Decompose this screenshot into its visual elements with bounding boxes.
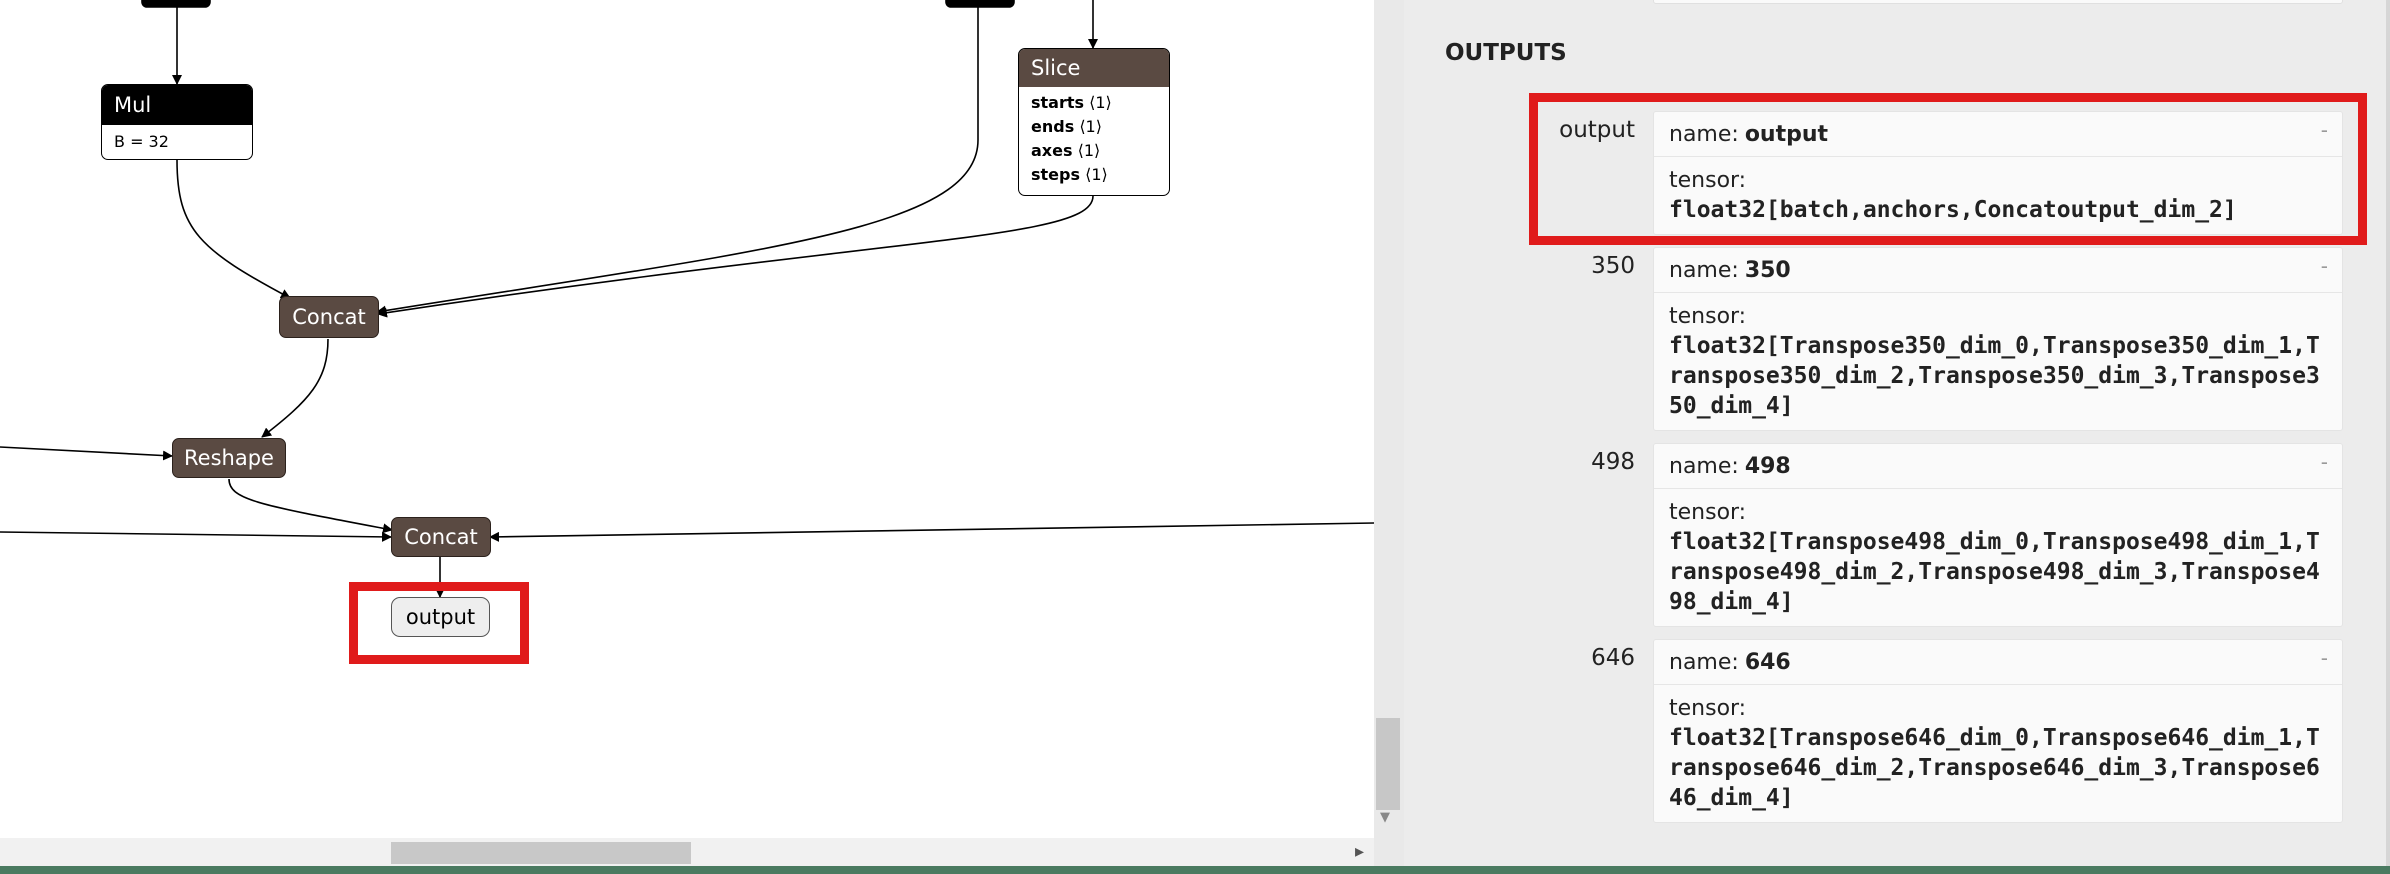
output-name-value: 350 bbox=[1744, 257, 1791, 283]
output-tensor: tensor: float32[Transpose350_dim_0,Trans… bbox=[1654, 293, 2342, 431]
node-output[interactable]: output bbox=[391, 597, 490, 637]
attr-key: steps bbox=[1031, 165, 1080, 184]
edge-concat-reshape bbox=[261, 338, 329, 438]
tensor-type: float32[Transpose646_dim_0,Transpose646_… bbox=[1669, 725, 2320, 811]
expand-toggle-icon[interactable]: - bbox=[2321, 450, 2328, 474]
output-name-value: output bbox=[1744, 121, 1829, 147]
output-name-row[interactable]: name: 350 - bbox=[1654, 248, 2342, 293]
node-concat-2-label: Concat bbox=[404, 525, 478, 549]
node-concat-1[interactable]: Concat bbox=[279, 296, 379, 338]
output-card: name: 498 - tensor: float32[Transpose498… bbox=[1653, 443, 2343, 627]
node-output-label: output bbox=[405, 605, 476, 629]
name-label: name: bbox=[1669, 257, 1739, 283]
node-mul-header: Mul bbox=[102, 85, 252, 125]
output-tensor: tensor: float32[Transpose646_dim_0,Trans… bbox=[1654, 685, 2342, 823]
node-slice-title: Slice bbox=[1031, 56, 1081, 80]
graph-canvas[interactable]: Mul B = 32 Slice starts ⟨1⟩ ends ⟨1⟩ axe… bbox=[0, 0, 1374, 874]
node-concat-2[interactable]: Concat bbox=[391, 517, 491, 557]
tensor-type: float32[batch,anchors,Concatoutput_dim_2… bbox=[1669, 197, 2237, 223]
horizontal-scrollbar[interactable]: ▸ bbox=[0, 838, 1374, 866]
node-concat-1-label: Concat bbox=[292, 305, 366, 329]
output-card: name: 350 - tensor: float32[Transpose350… bbox=[1653, 247, 2343, 431]
attr-value: ⟨1⟩ bbox=[1079, 117, 1102, 136]
node-mul-attrs: B = 32 bbox=[102, 125, 252, 159]
output-tensor: tensor: float32[batch,anchors,Concatoutp… bbox=[1654, 157, 2342, 235]
node-reshape-label: Reshape bbox=[184, 446, 274, 470]
sidebar-edge bbox=[2386, 0, 2390, 866]
attr-ends: ends ⟨1⟩ bbox=[1031, 115, 1157, 139]
output-label: output bbox=[1559, 117, 1635, 143]
name-label: name: bbox=[1669, 121, 1739, 147]
output-name-row[interactable]: name: output - bbox=[1654, 112, 2342, 157]
edge-top-concat bbox=[376, 7, 979, 316]
output-label: 646 bbox=[1591, 645, 1635, 671]
edge-mul-concat bbox=[176, 159, 291, 299]
attr-steps: steps ⟨1⟩ bbox=[1031, 163, 1157, 187]
node-slice-attrs: starts ⟨1⟩ ends ⟨1⟩ axes ⟨1⟩ steps ⟨1⟩ bbox=[1019, 87, 1169, 191]
tensor-type: float32[Transpose498_dim_0,Transpose498_… bbox=[1669, 529, 2320, 615]
output-name-value: 498 bbox=[1744, 453, 1791, 479]
edge-left-concat bbox=[0, 531, 392, 542]
outputs-section-title: OUTPUTS bbox=[1445, 40, 1567, 66]
attr-axes: axes ⟨1⟩ bbox=[1031, 139, 1157, 163]
node-slice-header: Slice bbox=[1019, 49, 1169, 87]
edge-right-concat bbox=[489, 522, 1374, 542]
output-card: name: 646 - tensor: float32[Transpose646… bbox=[1653, 639, 2343, 823]
previous-card-edge bbox=[1653, 0, 2343, 4]
expand-toggle-icon[interactable]: - bbox=[2321, 254, 2328, 278]
edge-reshape-concat bbox=[228, 478, 393, 534]
scroll-right-arrow-icon[interactable]: ▸ bbox=[1355, 841, 1364, 862]
attr-key: ends bbox=[1031, 117, 1075, 136]
node-mul-attr: B = 32 bbox=[114, 132, 169, 151]
node-reshape[interactable]: Reshape bbox=[172, 438, 286, 478]
attr-value: ⟨1⟩ bbox=[1089, 93, 1112, 112]
attr-starts: starts ⟨1⟩ bbox=[1031, 91, 1157, 115]
expand-toggle-icon[interactable]: - bbox=[2321, 118, 2328, 142]
output-name-value: 646 bbox=[1744, 649, 1791, 675]
expand-toggle-icon[interactable]: - bbox=[2321, 646, 2328, 670]
attr-key: axes bbox=[1031, 141, 1073, 160]
tensor-label: tensor: bbox=[1669, 168, 1747, 193]
edge-slice-concat bbox=[377, 195, 1094, 318]
name-label: name: bbox=[1669, 453, 1739, 479]
attr-key: starts bbox=[1031, 93, 1085, 112]
horizontal-scroll-thumb[interactable] bbox=[391, 842, 691, 864]
node-slice[interactable]: Slice starts ⟨1⟩ ends ⟨1⟩ axes ⟨1⟩ steps… bbox=[1018, 48, 1170, 196]
node-mul-title: Mul bbox=[114, 93, 152, 117]
edge-left-reshape bbox=[0, 446, 173, 461]
vertical-scroll-thumb[interactable] bbox=[1376, 718, 1400, 810]
scroll-down-arrow-icon[interactable]: ▼ bbox=[1380, 810, 1390, 825]
attr-value: ⟨1⟩ bbox=[1085, 165, 1108, 184]
tensor-label: tensor: bbox=[1669, 500, 1747, 525]
window-bottom-border bbox=[0, 866, 2390, 874]
output-tensor: tensor: float32[Transpose498_dim_0,Trans… bbox=[1654, 489, 2342, 627]
output-label: 498 bbox=[1591, 449, 1635, 475]
tensor-label: tensor: bbox=[1669, 304, 1747, 329]
output-name-row[interactable]: name: 498 - bbox=[1654, 444, 2342, 489]
output-card: name: output - tensor: float32[batch,anc… bbox=[1653, 111, 2343, 235]
tensor-type: float32[Transpose350_dim_0,Transpose350_… bbox=[1669, 333, 2320, 419]
name-label: name: bbox=[1669, 649, 1739, 675]
tensor-label: tensor: bbox=[1669, 696, 1747, 721]
node-mul[interactable]: Mul B = 32 bbox=[101, 84, 253, 160]
output-label: 350 bbox=[1591, 253, 1635, 279]
attr-value: ⟨1⟩ bbox=[1077, 141, 1101, 160]
output-name-row[interactable]: name: 646 - bbox=[1654, 640, 2342, 685]
